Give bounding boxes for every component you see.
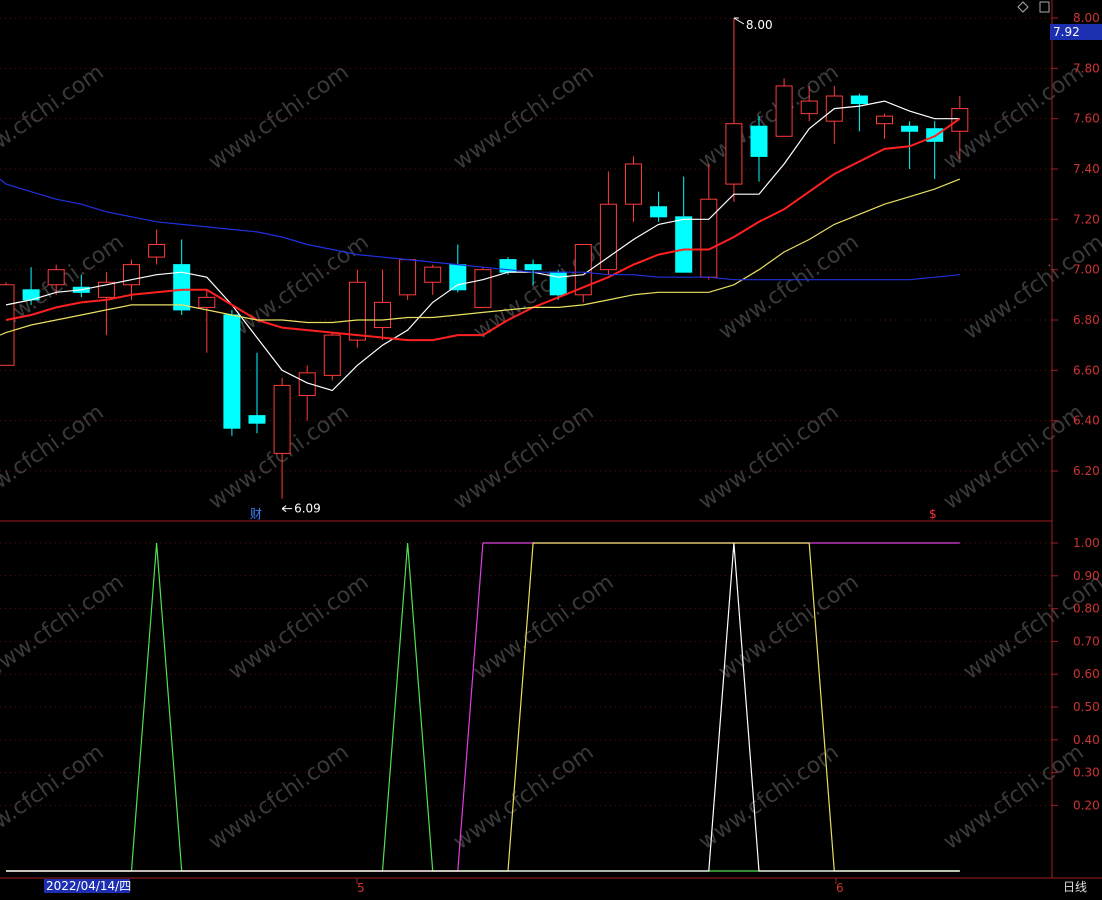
price-tick-label: 7.40 [1073,162,1100,176]
date-cursor-label: 2022/04/14/四 [46,879,131,893]
watermark-text: www.cfchi.com [694,740,843,855]
candle-body[interactable] [700,198,718,278]
candle-body[interactable] [449,264,467,291]
watermark-layer: www.cfchi.com www.cfchi.com www.cfchi.com w… [0,60,1102,855]
watermark-text: www.cfchi.com [449,60,598,175]
candle-body[interactable] [273,384,291,454]
month-label-6: 6 [836,881,844,895]
candle-body[interactable] [850,95,868,105]
watermark-text: www.cfchi.com [959,230,1102,345]
candle-body[interactable] [47,269,65,286]
price-tick-label: 7.00 [1073,263,1100,277]
watermark-text: www.cfchi.com [939,740,1088,855]
current-price-label: 7.92 [1053,25,1080,39]
price-tick-label: 6.60 [1073,363,1100,377]
indicator-tick-label: 0.80 [1073,602,1100,616]
candle-body[interactable] [599,203,617,271]
watermark-text: www.cfchi.com [0,60,109,175]
indicator-tick-label: 0.20 [1073,798,1100,812]
candle-body[interactable] [725,123,743,185]
stock-chart: www.cfchi.com www.cfchi.com www.cfchi.com w… [0,0,1102,895]
watermark-text: www.cfchi.com [449,400,598,515]
candle-body[interactable] [675,216,693,273]
watermark-text: www.cfchi.com [0,570,129,685]
price-tick-label: 7.20 [1073,212,1100,226]
indicator-tick-label: 0.50 [1073,700,1100,714]
finance-marker[interactable]: 财 [250,507,262,521]
watermark-text: www.cfchi.com [0,740,109,855]
window-icon[interactable] [1039,1,1050,13]
candle-body[interactable] [148,244,166,258]
period-button[interactable]: 日线 [1063,880,1087,894]
candle-body[interactable] [248,415,266,424]
watermark-text: www.cfchi.com [694,400,843,515]
dividend-marker[interactable]: $ [929,507,937,521]
indicator-tick-label: 0.40 [1073,733,1100,747]
candle-body[interactable] [951,108,969,132]
price-tick-label: 6.20 [1073,464,1100,478]
price-tick-label: 6.40 [1073,414,1100,428]
candle-body[interactable] [123,264,140,286]
candle-body[interactable] [625,163,642,205]
price-tick-label: 6.80 [1073,313,1100,327]
price-tick-label: 7.60 [1073,112,1100,126]
watermark-text: www.cfchi.com [449,740,598,855]
candle-body[interactable] [399,259,417,296]
indicator-tick-label: 0.30 [1073,766,1100,780]
indicator-tick-label: 0.70 [1073,634,1100,648]
candle-body[interactable] [524,264,542,271]
candle-body[interactable] [424,266,442,283]
candle-body[interactable] [650,206,668,218]
watermark-text: www.cfchi.com [204,60,353,175]
indicator-tick-label: 0.90 [1073,569,1100,583]
candle-body[interactable] [775,85,793,137]
watermark-text: www.cfchi.com [939,400,1088,515]
candle-body[interactable] [0,284,15,366]
watermark-text: www.cfchi.com [0,400,109,515]
high-arrow-icon [733,17,745,25]
watermark-text: www.cfchi.com [714,230,863,345]
indicator-tick-label: 0.60 [1073,667,1100,681]
candle-body[interactable] [374,301,391,329]
high-price-annotation: 8.00 [746,18,773,32]
candle-body[interactable] [198,296,216,308]
indicator-tick-label: 1.00 [1073,536,1100,550]
candle-body[interactable] [876,115,893,125]
candle-body[interactable] [901,125,919,132]
low-price-annotation: 6.09 [294,502,321,516]
price-tick-label: 7.80 [1073,61,1100,75]
month-label-5: 5 [357,881,365,895]
watermark-text: www.cfchi.com [224,570,373,685]
candle-body[interactable] [800,100,818,115]
candle-body[interactable] [323,334,341,376]
price-tick-label: 8.00 [1073,11,1100,25]
indicator-grid [0,542,1052,806]
low-arrow-icon [281,505,293,513]
candle-body[interactable] [223,314,241,429]
watermark-text: www.cfchi.com [714,570,863,685]
candle-body[interactable] [474,269,492,308]
watermark-text: www.cfchi.com [204,740,353,855]
watermark-text: www.cfchi.com [469,570,618,685]
watermark-text: www.cfchi.com [469,230,618,345]
candle-body[interactable] [750,125,768,157]
candle-body[interactable] [173,264,191,311]
watermark-text: www.cfchi.com [694,60,843,175]
diamond-icon[interactable] [1017,1,1029,13]
candle-body[interactable] [348,281,366,341]
